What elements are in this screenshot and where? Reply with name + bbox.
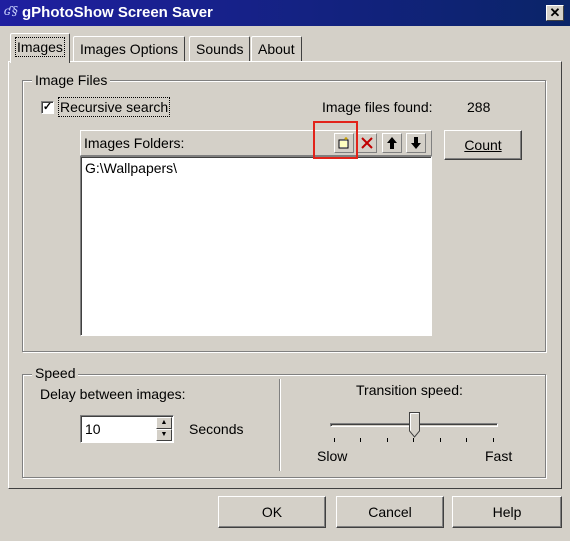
tab-images[interactable]: Images	[10, 33, 70, 63]
slider-tick	[334, 438, 335, 442]
close-icon: ✕	[549, 5, 561, 20]
delete-folder-button[interactable]	[357, 133, 377, 153]
fast-label: Fast	[485, 448, 513, 464]
list-item[interactable]: G:\Wallpapers\	[85, 160, 177, 176]
title-bar: ʛ§ gPhotoShow Screen Saver ✕	[0, 0, 570, 26]
arrow-down-icon	[411, 137, 421, 149]
spin-down-button[interactable]: ▼	[156, 429, 172, 441]
slider-thumb-icon	[408, 412, 420, 438]
close-button[interactable]: ✕	[546, 5, 564, 21]
app-icon: ʛ§	[4, 4, 18, 18]
transition-speed-label: Transition speed:	[356, 382, 463, 398]
move-down-button[interactable]	[406, 133, 426, 153]
tab-images-label: Images	[15, 37, 65, 57]
spin-up-button[interactable]: ▲	[156, 417, 172, 429]
checkmark-icon: ✓	[42, 101, 53, 113]
tab-sounds-label: Sounds	[196, 41, 244, 57]
highlight-box	[313, 121, 358, 159]
delete-icon	[361, 137, 373, 149]
slider-tick	[466, 438, 467, 442]
help-button[interactable]: Help	[452, 496, 562, 528]
image-files-legend: Image Files	[32, 72, 111, 88]
count-button[interactable]: Count	[444, 130, 522, 160]
recursive-label[interactable]: Recursive search	[57, 97, 171, 117]
slider-tick	[360, 438, 361, 442]
ok-button[interactable]: OK	[218, 496, 326, 528]
tab-images-options[interactable]: Images Options	[73, 36, 186, 62]
transition-slider-thumb[interactable]	[408, 412, 420, 438]
tab-sounds[interactable]: Sounds	[189, 36, 251, 62]
slow-label: Slow	[317, 448, 348, 464]
spin-down-icon: ▼	[160, 431, 168, 438]
move-up-button[interactable]	[382, 133, 402, 153]
slider-tick	[440, 438, 441, 442]
cancel-button[interactable]: Cancel	[336, 496, 444, 528]
tab-about[interactable]: About	[251, 36, 302, 62]
spin-up-icon: ▲	[160, 419, 168, 426]
image-files-found-count: 288	[467, 99, 491, 115]
image-files-found-label: Image files found:	[322, 99, 433, 115]
slider-tick	[413, 438, 414, 442]
slider-tick	[493, 438, 494, 442]
delay-value: 10	[85, 421, 101, 437]
tab-about-label: About	[258, 41, 295, 57]
recursive-checkbox[interactable]: ✓	[41, 101, 54, 114]
slider-tick	[387, 438, 388, 442]
window-title: gPhotoShow Screen Saver	[22, 4, 213, 21]
images-folders-label: Images Folders:	[84, 135, 185, 151]
arrow-up-icon	[387, 137, 397, 149]
seconds-label: Seconds	[189, 421, 244, 437]
tab-images-options-label: Images Options	[80, 41, 179, 57]
images-folders-header: Images Folders:	[80, 130, 432, 156]
speed-separator	[279, 379, 281, 471]
speed-legend: Speed	[32, 365, 79, 381]
images-folders-list[interactable]: G:\Wallpapers\	[80, 156, 432, 336]
delay-label: Delay between images:	[40, 386, 186, 402]
